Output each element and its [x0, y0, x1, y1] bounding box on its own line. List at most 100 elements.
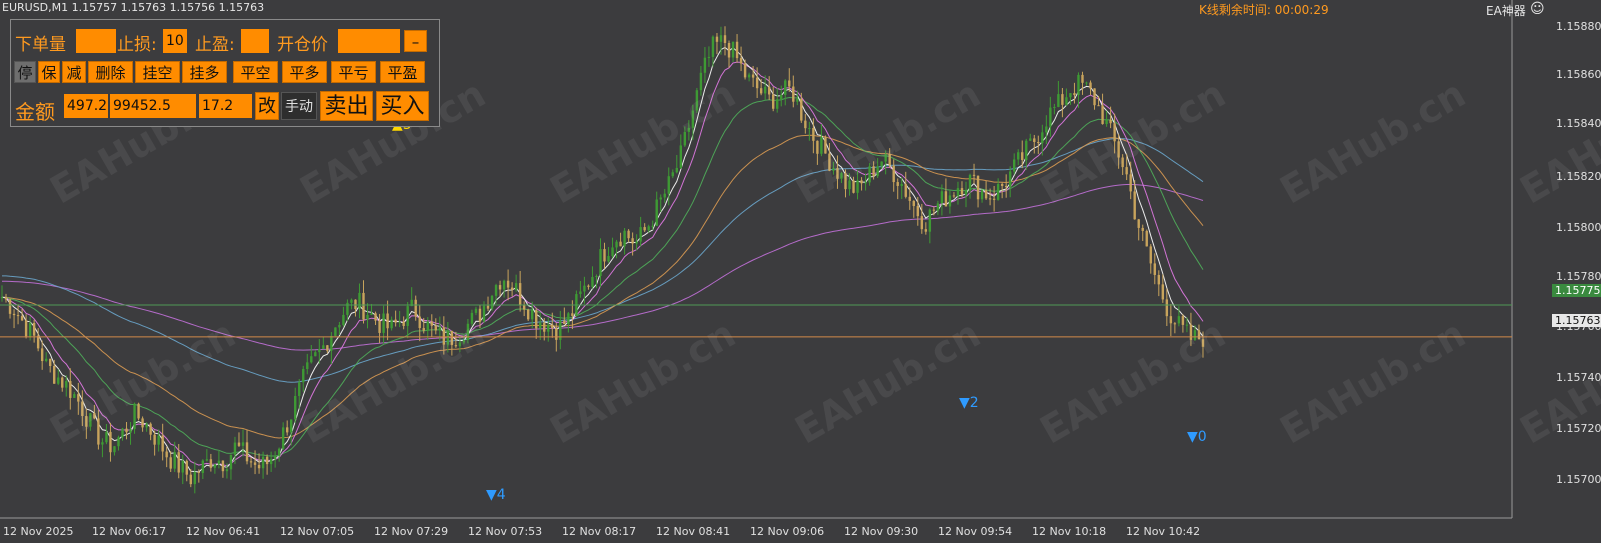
candle-body	[290, 419, 293, 433]
modify-button[interactable]: 改	[255, 92, 279, 120]
candle-body	[964, 190, 968, 195]
candle-body	[1017, 152, 1020, 160]
candle-body	[595, 276, 598, 278]
amount-value-3[interactable]: 17.2	[199, 94, 252, 118]
candle-body	[1057, 94, 1060, 107]
open-price-input[interactable]	[338, 29, 400, 53]
candle-body	[1149, 246, 1152, 264]
candle-body	[398, 321, 401, 323]
candle-body	[217, 460, 221, 465]
green-line-price-tag: 1.15775	[1552, 284, 1601, 297]
candle-body	[908, 196, 911, 201]
candle-body	[579, 291, 582, 295]
candle-body	[65, 381, 68, 388]
candle-body	[711, 36, 715, 57]
candle-body	[233, 442, 237, 455]
bar-countdown: K线剩余时间: 00:00:29	[1199, 3, 1329, 17]
candle-body	[310, 356, 313, 363]
candle-body	[784, 80, 787, 95]
candle-body	[486, 305, 490, 309]
candle-body	[812, 128, 815, 141]
time-axis-label: 12 Nov 07:05	[280, 525, 355, 538]
mode-toggle-button[interactable]: 手动	[281, 92, 317, 120]
amount-value-1[interactable]: 497.2	[64, 94, 108, 118]
price-axis-label: 1.15780	[1556, 270, 1601, 283]
candle-body	[543, 322, 546, 332]
candle-body	[1025, 140, 1028, 161]
sell-button[interactable]: 卖出	[320, 91, 373, 121]
candle-body	[1053, 106, 1056, 108]
candle-body	[44, 358, 48, 362]
candle-body	[699, 72, 703, 91]
candle-body	[113, 446, 116, 453]
candle-body	[141, 418, 144, 428]
take-profit-input[interactable]	[241, 29, 269, 53]
candle-body	[366, 314, 369, 320]
candle-body	[1008, 171, 1012, 187]
candle-body	[1141, 227, 1144, 231]
candle-body	[506, 280, 510, 288]
candle-body	[1065, 97, 1068, 105]
candle-body	[800, 98, 803, 121]
buy-button[interactable]: 买入	[376, 91, 429, 121]
candle-body	[1201, 339, 1205, 347]
stop-loss-input[interactable]: 10	[163, 29, 187, 53]
candle-body	[1000, 184, 1004, 186]
candle-body	[715, 36, 719, 42]
candle-body	[73, 394, 76, 398]
candle-body	[751, 74, 755, 78]
candle-body	[1033, 138, 1036, 143]
time-axis-label: 12 Nov 06:17	[92, 525, 167, 538]
candle-body	[121, 428, 124, 438]
candle-body	[976, 175, 980, 200]
candle-body	[518, 283, 522, 305]
candle-body	[868, 166, 871, 183]
breakeven-button[interactable]: 保	[38, 61, 60, 83]
close-long-button[interactable]: 平多	[282, 61, 327, 83]
candle-body	[193, 471, 196, 485]
pending-sell-button[interactable]: 挂空	[135, 61, 180, 83]
close-loss-button[interactable]: 平亏	[331, 61, 376, 83]
candle-body	[526, 309, 530, 320]
time-axis-label: 12 Nov 09:30	[844, 525, 919, 538]
ma-25-line	[1, 96, 1204, 457]
candle-body	[1193, 330, 1197, 340]
candle-body	[145, 423, 148, 428]
candle-body	[462, 339, 466, 343]
candle-body	[631, 238, 634, 244]
candle-body	[61, 377, 64, 388]
candle-body	[623, 230, 626, 247]
candle-body	[241, 442, 245, 446]
candle-body	[860, 180, 863, 184]
amount-value-2[interactable]: 99452.5	[110, 94, 196, 118]
lot-size-input[interactable]	[76, 29, 116, 53]
candle-body	[101, 442, 104, 445]
candle-body	[727, 42, 731, 58]
candle-body	[105, 431, 108, 443]
close-profit-button[interactable]: 平盈	[380, 61, 425, 83]
candle-body	[294, 395, 297, 420]
candle-body	[173, 452, 176, 469]
candle-body	[996, 184, 1000, 200]
candle-body	[69, 381, 72, 398]
candle-body	[539, 322, 542, 329]
candle-body	[322, 345, 325, 349]
close-short-button[interactable]: 平空	[233, 61, 278, 83]
minimize-button[interactable]: –	[404, 30, 427, 52]
candle-body	[619, 241, 622, 247]
candle-body	[888, 153, 891, 166]
candle-body	[285, 427, 289, 433]
pending-buy-button[interactable]: 挂多	[182, 61, 227, 83]
candle-body	[960, 188, 964, 195]
candle-body	[133, 403, 136, 430]
delete-button[interactable]: 删除	[88, 61, 133, 83]
candle-body	[828, 153, 831, 171]
candle-body	[591, 276, 594, 287]
ma-100-line	[2, 138, 1204, 383]
candle-body	[583, 285, 586, 292]
pause-button[interactable]: 停	[14, 61, 36, 83]
candle-body	[49, 358, 52, 366]
candle-body	[607, 256, 610, 262]
reduce-button[interactable]: 减	[62, 61, 86, 83]
candle-body	[261, 456, 265, 469]
